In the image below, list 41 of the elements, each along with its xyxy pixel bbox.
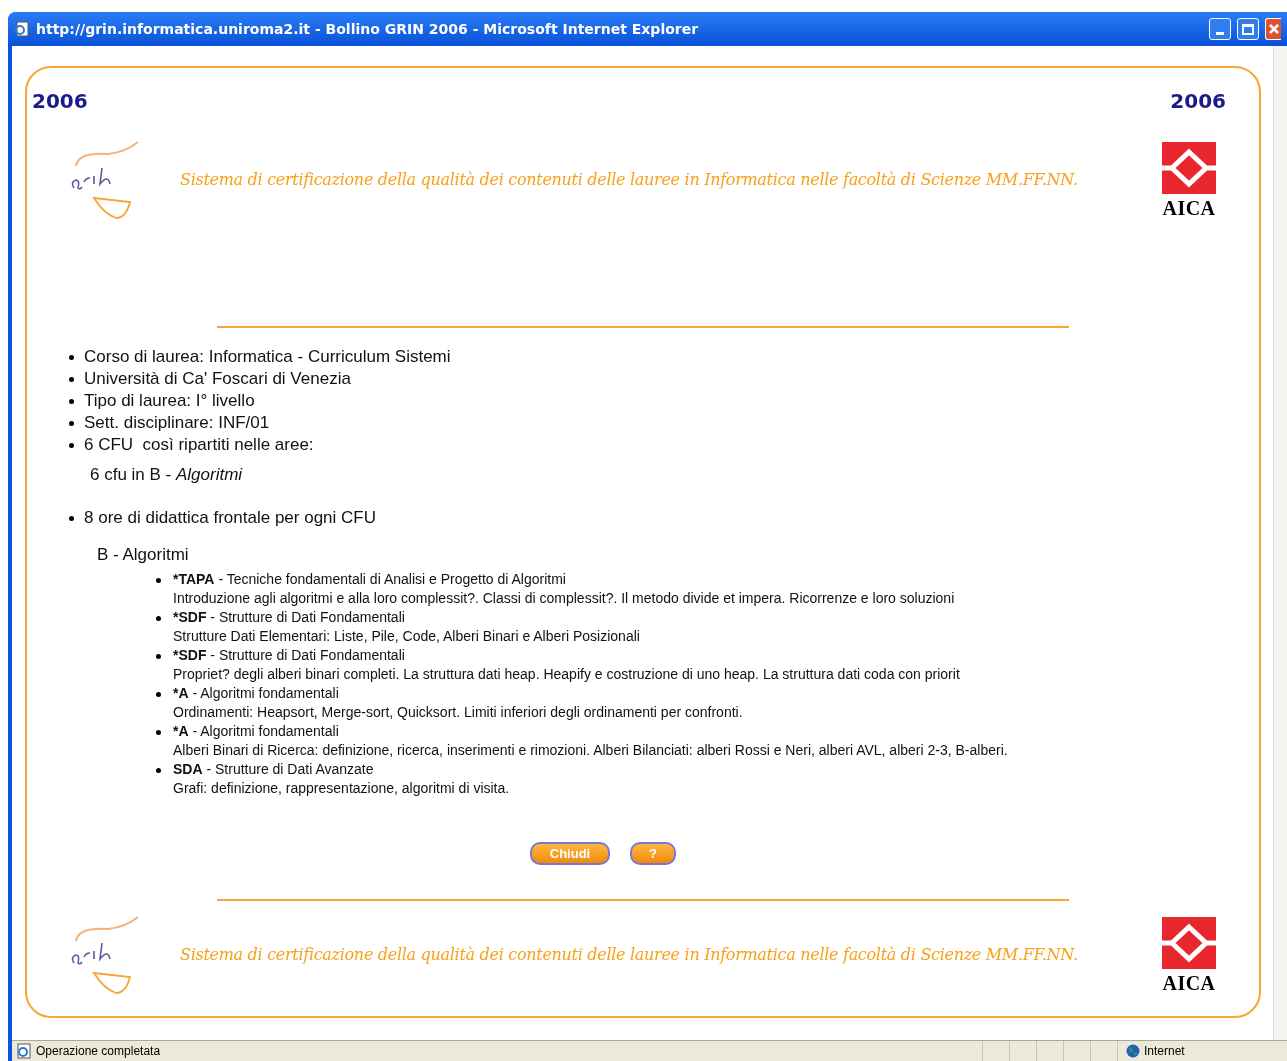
page-icon — [14, 21, 30, 37]
area-title: B - Algoritmi — [97, 544, 190, 566]
info-item: 8 ore di didattica frontale per ogni CFU — [84, 507, 376, 529]
year-label: 2006 — [32, 88, 88, 115]
module-description: Introduzione agli algoritmi e alla loro complessit?. Classi di complessit?. Il metodo divide et impera. Ricorrenze e loro soluzioni — [173, 589, 955, 608]
module-description: Ordinamenti: Heapsort, Merge-sort, Quicksort. Limiti inferiori degli ordinamenti per confronti. — [173, 703, 743, 722]
close-button[interactable] — [1265, 18, 1281, 40]
close-page-button[interactable]: Chiudi — [530, 842, 610, 865]
page-icon — [16, 1043, 32, 1059]
logo-text: AICA — [1162, 973, 1216, 993]
status-message: Operazione completata — [36, 1043, 162, 1060]
zone-label: Internet — [1144, 1043, 1185, 1060]
module-description: Strutture Dati Elementari: Liste, Pile, Code, Alberi Binari e Alberi Posizionali — [173, 627, 640, 646]
info-item: Università di Ca' Foscari di Venezia — [84, 368, 351, 390]
help-button[interactable]: ? — [630, 842, 676, 865]
module-title: *A - Algoritmi fondamentali — [173, 722, 340, 741]
aica-logo-icon — [1162, 917, 1216, 969]
logo-text: AICA — [1162, 198, 1216, 218]
aica-logo-icon — [1162, 142, 1216, 194]
module-title: *SDF - Strutture di Dati Fondamentali — [173, 608, 406, 627]
tagline: Sistema di certificazione della qualità dei contenuti delle lauree in Informatica nelle facoltà di Scienze MM.FF.NN. — [180, 169, 1078, 191]
tagline: Sistema di certificazione della qualità dei contenuti delle lauree in Informatica nelle facoltà di Scienze MM.FF.NN. — [180, 944, 1078, 966]
module-description: Alberi Binari di Ricerca: definizione, ricerca, inserimenti e rimozioni. Alberi Bilanciati: alberi Rossi e Neri, alberi AVL, alberi 2-3, B-alberi. — [173, 741, 1008, 760]
module-description: Grafi: definizione, rappresentazione, algoritmi di visita. — [173, 779, 510, 798]
info-item: Sett. disciplinare: INF/01 — [84, 412, 270, 434]
module-title: *A - Algoritmi fondamentali — [173, 684, 340, 703]
module-title: SDA - Strutture di Dati Avanzate — [173, 760, 375, 779]
info-item: Tipo di laurea: I° livello — [84, 390, 255, 412]
module-description: Propriet? degli alberi binari completi. La struttura dati heap. Heapify e costruzione di uno heap. La struttura dati coda con priorit — [173, 665, 960, 684]
minimize-button[interactable] — [1209, 18, 1231, 40]
info-item: 6 CFU così ripartiti nelle aree: — [84, 434, 314, 456]
maximize-button[interactable] — [1237, 18, 1259, 40]
close-icon — [1268, 24, 1279, 34]
year-label: 2006 — [1170, 88, 1226, 115]
module-title: *TAPA - Tecniche fondamentali di Analisi e Progetto di Algoritmi — [173, 570, 567, 589]
globe-icon — [1126, 1044, 1140, 1058]
module-title: *SDF - Strutture di Dati Fondamentali — [173, 646, 406, 665]
area-summary: 6 cfu in B - Algoritmi — [90, 464, 244, 486]
info-item: Corso di laurea: Informatica - Curriculum Sistemi — [84, 346, 451, 368]
window-title: http://grin.informatica.uniroma2.it - Bollino GRIN 2006 - Microsoft Internet Explorer — [36, 19, 700, 39]
scrollbar[interactable] — [1273, 46, 1287, 1040]
